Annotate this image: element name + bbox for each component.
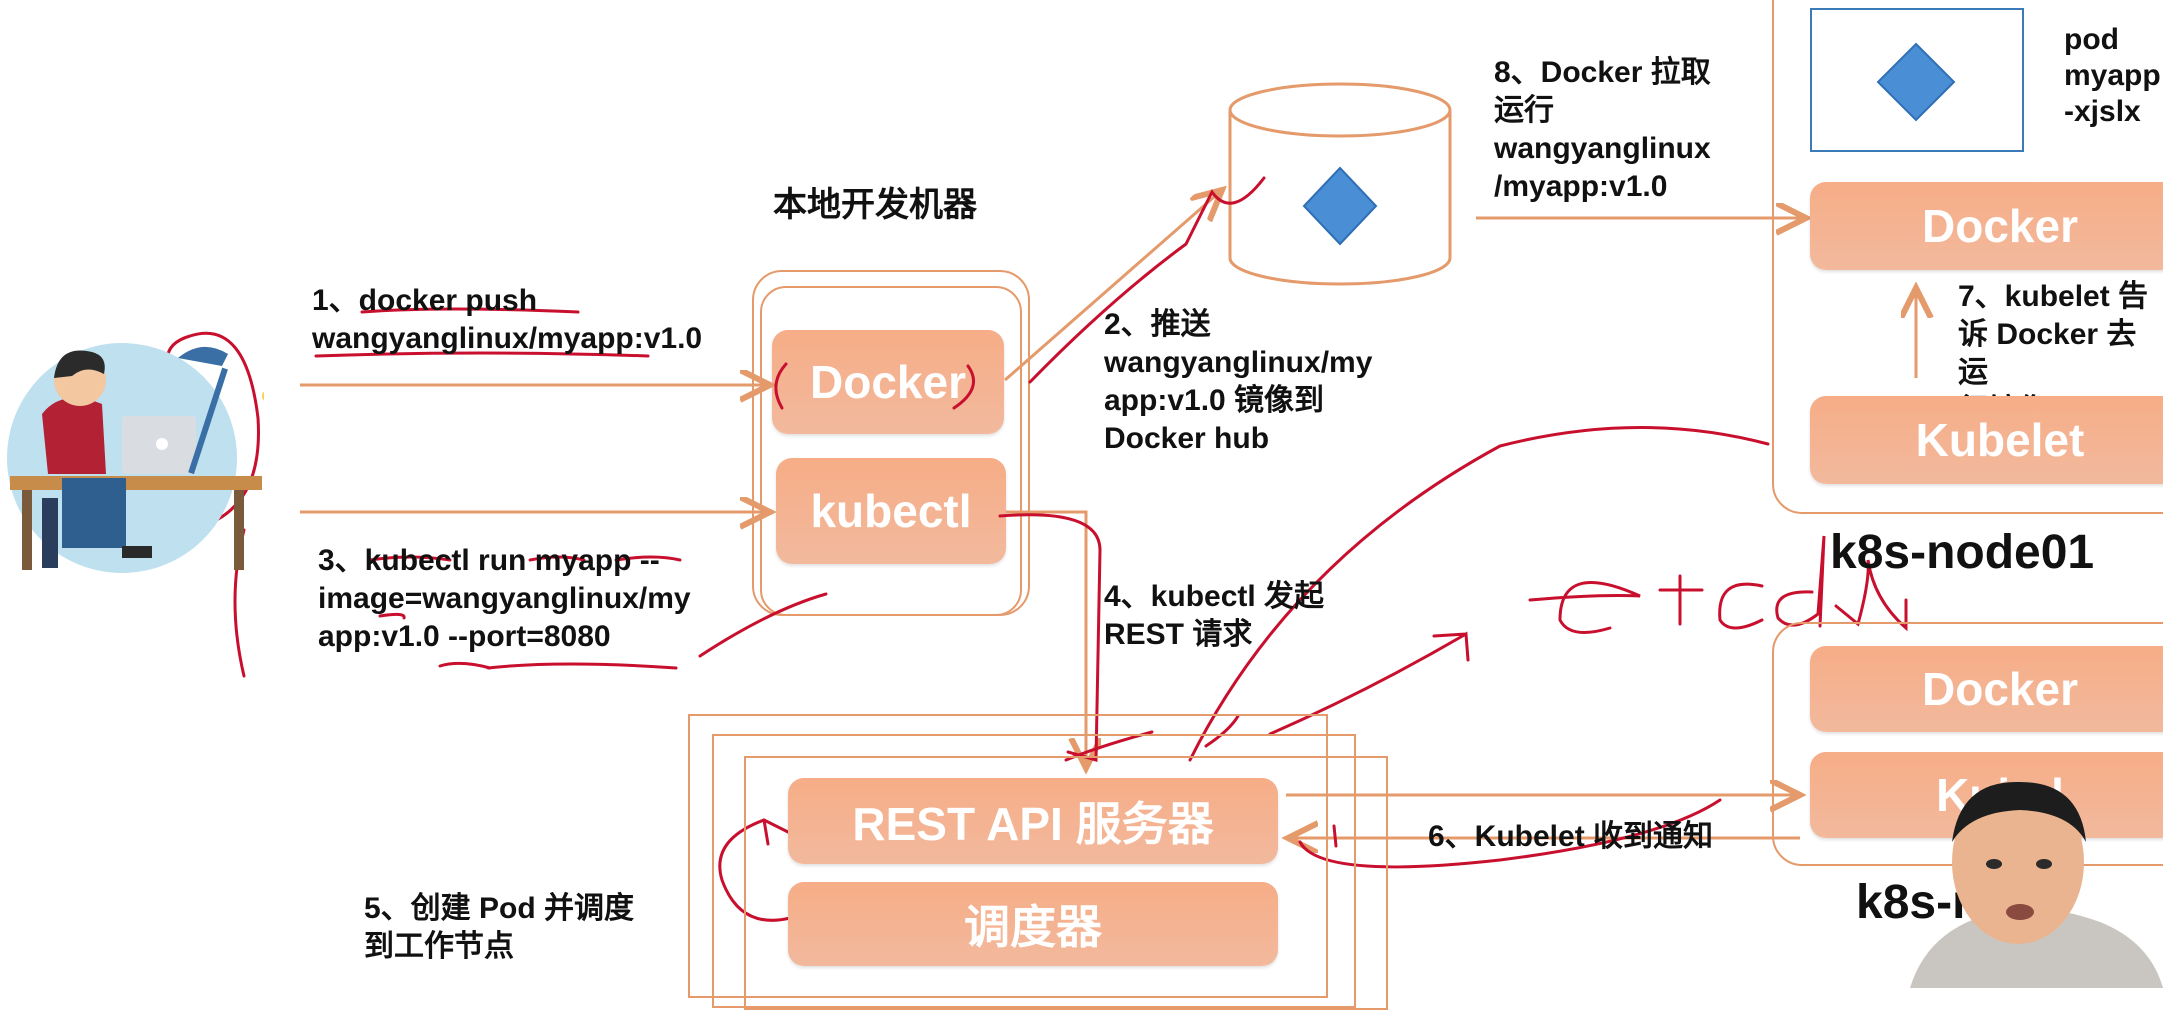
step-6-label: 6、Kubelet 收到通知 bbox=[1428, 820, 1714, 853]
scheduler-box[interactable]: 调度器 bbox=[788, 882, 1278, 966]
rest-api-server-box[interactable]: REST API 服务器 bbox=[788, 778, 1278, 864]
step-8-label: 8、Docker 拉取 运行 wangyanglinux /myapp:v1.0 bbox=[1494, 56, 1711, 203]
node02-docker-box[interactable]: Docker bbox=[1810, 646, 2163, 732]
pod-label: pod myapp -xjslx bbox=[2064, 23, 2161, 128]
node01-name: k8s-node01 bbox=[1830, 526, 2095, 579]
etcd-handwriting-text: etcd bbox=[1540, 520, 1542, 558]
pod-box bbox=[1810, 8, 2024, 152]
developer-illustration bbox=[2, 318, 264, 580]
step-4-label: 4、kubectl 发起 REST 请求 bbox=[1104, 580, 1325, 651]
docker-hub-cylinder bbox=[1228, 82, 1452, 286]
step-2-label: 2、推送 wangyanglinux/my app:v1.0 镜像到 Docke… bbox=[1104, 308, 1373, 455]
step-5-label: 5、创建 Pod 并调度 到工作节点 bbox=[364, 892, 635, 963]
step-3-label: 3、kubectl run myapp -- image=wangyanglin… bbox=[318, 544, 691, 653]
step-1-label: 1、docker push wangyanglinux/myapp:v1.0 bbox=[312, 284, 703, 355]
node01-docker-box[interactable]: Docker bbox=[1810, 182, 2163, 270]
presenter-webcam bbox=[1900, 772, 2163, 988]
node01-kubelet-box[interactable]: Kubelet bbox=[1810, 396, 2163, 484]
